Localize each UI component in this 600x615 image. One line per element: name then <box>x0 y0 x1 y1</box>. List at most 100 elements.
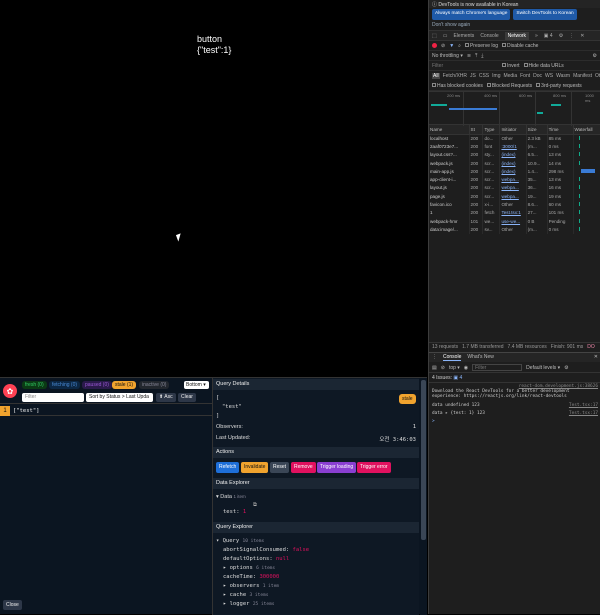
request-init[interactable]: (index) <box>499 158 527 168</box>
settings-icon[interactable]: ⚙ <box>559 33 563 39</box>
invert-checkbox[interactable]: Invert <box>502 62 520 69</box>
request-init[interactable]: (index) <box>499 150 527 159</box>
tab-elements[interactable]: Elements <box>453 33 474 39</box>
request-row[interactable]: app-client-i... 200 scr... webpa... 35... 13 … <box>429 175 600 184</box>
context-select[interactable]: top ▾ <box>449 365 460 371</box>
position-select[interactable]: Bottom ▾ <box>184 381 209 389</box>
third-party-checkbox[interactable]: 3rd-party requests <box>536 82 582 89</box>
issues-summary[interactable]: 4 Issues: ▣ 4 <box>429 374 600 383</box>
column-header[interactable]: Type <box>482 125 501 135</box>
clear-icon[interactable]: ⊘ <box>441 43 445 49</box>
network-overview-timeline[interactable]: 200 ms 400 ms 600 ms 800 ms 1000 ms <box>429 91 600 126</box>
request-row[interactable]: data:image/... 200 sv... Other (m... 0 ms <box>429 225 600 234</box>
request-init[interactable]: Other <box>499 225 527 234</box>
log-source-link[interactable]: Test.tsx:17 <box>569 411 598 416</box>
request-row[interactable]: webpack.js 200 scr... (index) 10.9... 14 ms <box>429 158 600 168</box>
dont-show-again-link[interactable]: Don't show again <box>429 21 600 30</box>
query-tree-toggle[interactable]: ▾ Query 10 items <box>216 538 264 544</box>
clear-cache-button[interactable]: Clear <box>178 393 196 402</box>
copy-icon[interactable]: ⧉ <box>253 502 257 509</box>
console-settings-icon[interactable]: ⚙ <box>564 365 568 371</box>
request-init[interactable]: (index) <box>499 167 527 176</box>
type-filter-4[interactable]: Img <box>492 73 500 79</box>
log-source-link[interactable]: Test.tsx:17 <box>569 403 598 408</box>
device-icon[interactable]: ▭ <box>443 33 448 39</box>
query-filter-input[interactable]: Filter <box>22 393 84 402</box>
request-row[interactable]: webpack-hmr 101 we... use-we... 0 B Pending <box>429 216 600 226</box>
query-list-item[interactable]: 1 ["test"] <box>0 405 212 416</box>
levels-select[interactable]: Default levels ▾ <box>526 365 560 371</box>
type-filter-8[interactable]: WS <box>545 73 553 79</box>
import-icon[interactable]: ⤒ <box>475 53 477 59</box>
request-init[interactable]: Other <box>499 200 527 209</box>
type-filter-5[interactable]: Media <box>503 73 517 79</box>
request-init[interactable]: Test.tsx:1 <box>499 208 527 217</box>
console-clear-icon[interactable]: ⊘ <box>441 365 445 371</box>
refetch-button[interactable]: Refetch <box>216 462 240 473</box>
query-entry-cache[interactable]: ▸ cache 3 items <box>223 592 268 598</box>
sidebar-toggle-icon[interactable]: ▤ <box>432 365 437 371</box>
export-icon[interactable]: ⤓ <box>481 53 483 59</box>
request-init[interactable]: webpa... <box>499 183 527 193</box>
log-message[interactable]: data ▸ {test: 1} 123 <box>432 411 485 416</box>
hide-data-urls-checkbox[interactable]: Hide data URLs <box>523 62 564 69</box>
remove-button[interactable]: Remove <box>291 462 316 473</box>
type-filter-9[interactable]: Wasm <box>556 73 570 79</box>
request-row[interactable]: main-app.js 200 scr... (index) 1.4... 298 ms <box>429 167 600 176</box>
kebab-menu-icon[interactable]: ⋮ <box>569 33 574 39</box>
drawer-close-icon[interactable]: ✕ <box>594 354 598 361</box>
close-icon[interactable]: ✕ <box>580 33 584 39</box>
blocked-cookies-checkbox[interactable]: Has blocked cookies <box>432 82 483 89</box>
trigger-error-button[interactable]: Trigger error <box>357 462 391 473</box>
type-filter-7[interactable]: Doc <box>533 73 542 79</box>
tab-network[interactable]: Network <box>504 31 530 40</box>
trigger-loading-button[interactable]: Trigger loading <box>317 462 357 473</box>
column-header[interactable]: Size <box>526 125 548 135</box>
request-row[interactable]: favicon.ico 200 x-i... Other 8.6... 60 ms <box>429 200 600 209</box>
request-init[interactable]: Other <box>499 134 527 143</box>
type-filter-0[interactable]: All <box>432 73 440 79</box>
react-query-logo-icon[interactable]: ✿ <box>3 384 17 398</box>
type-filter-2[interactable]: JS <box>470 73 476 79</box>
sort-direction-button[interactable]: ⬆ Asc <box>156 393 176 402</box>
data-tree-toggle[interactable]: ▾ Data 1 item <box>216 494 246 500</box>
request-row[interactable]: 1 200 fetch Test.tsx:1 27... 101 ms <box>429 208 600 217</box>
column-header[interactable]: St <box>469 125 484 135</box>
column-header[interactable]: Time <box>547 125 574 135</box>
tab-console-drawer[interactable]: Console <box>443 354 462 361</box>
record-icon[interactable] <box>432 43 437 48</box>
type-filter-3[interactable]: CSS <box>479 73 489 79</box>
console-filter-input[interactable]: Filter <box>472 364 523 371</box>
console-prompt[interactable]: > <box>429 419 600 424</box>
search-icon[interactable]: ⌕ <box>458 43 461 49</box>
drawer-menu-icon[interactable]: ⋮ <box>432 354 437 361</box>
type-filter-1[interactable]: Fetch/XHR <box>443 73 467 79</box>
query-entry-options[interactable]: ▸ options 6 items <box>223 565 275 571</box>
request-init[interactable]: use-we... <box>499 216 527 226</box>
query-entry-logger[interactable]: ▸ logger 25 items <box>223 601 275 607</box>
issues-badge[interactable]: ▣ 4 <box>544 33 553 39</box>
tab-console[interactable]: Console <box>480 33 498 39</box>
filter-icon[interactable]: ▼ <box>449 43 454 49</box>
disable-cache-checkbox[interactable]: Disable cache <box>502 42 538 49</box>
request-init[interactable]: :3000/1 <box>499 142 527 151</box>
reset-button[interactable]: Reset <box>270 462 290 473</box>
type-filter-10[interactable]: Manifest <box>573 73 592 79</box>
close-devtools-button[interactable]: Close <box>3 600 22 610</box>
eye-icon[interactable]: ◉ <box>464 365 468 371</box>
sort-select[interactable]: Sort by Status > Last Upda <box>86 393 153 402</box>
request-row[interactable]: layout.css?... 200 sty... (index) 6.5... 13 m… <box>429 150 600 159</box>
type-filter-11[interactable]: Oth <box>595 73 600 79</box>
column-header[interactable]: Waterfall <box>573 125 600 135</box>
type-filter-6[interactable]: Font <box>520 73 530 79</box>
inspect-icon[interactable]: ⬚ <box>432 33 437 39</box>
request-init[interactable]: webpa... <box>499 192 527 201</box>
blocked-requests-checkbox[interactable]: Blocked Requests <box>486 82 532 89</box>
network-filter-input[interactable]: Filter <box>432 63 498 69</box>
column-header[interactable]: Name <box>429 125 470 135</box>
issues-chip[interactable]: ▣ 4 <box>453 375 462 381</box>
network-settings-icon[interactable]: ⚙ <box>593 53 597 59</box>
preserve-log-checkbox[interactable]: Preserve log <box>464 42 498 49</box>
scrollbar-thumb[interactable] <box>421 380 426 540</box>
column-header[interactable]: Initiator <box>499 125 527 135</box>
